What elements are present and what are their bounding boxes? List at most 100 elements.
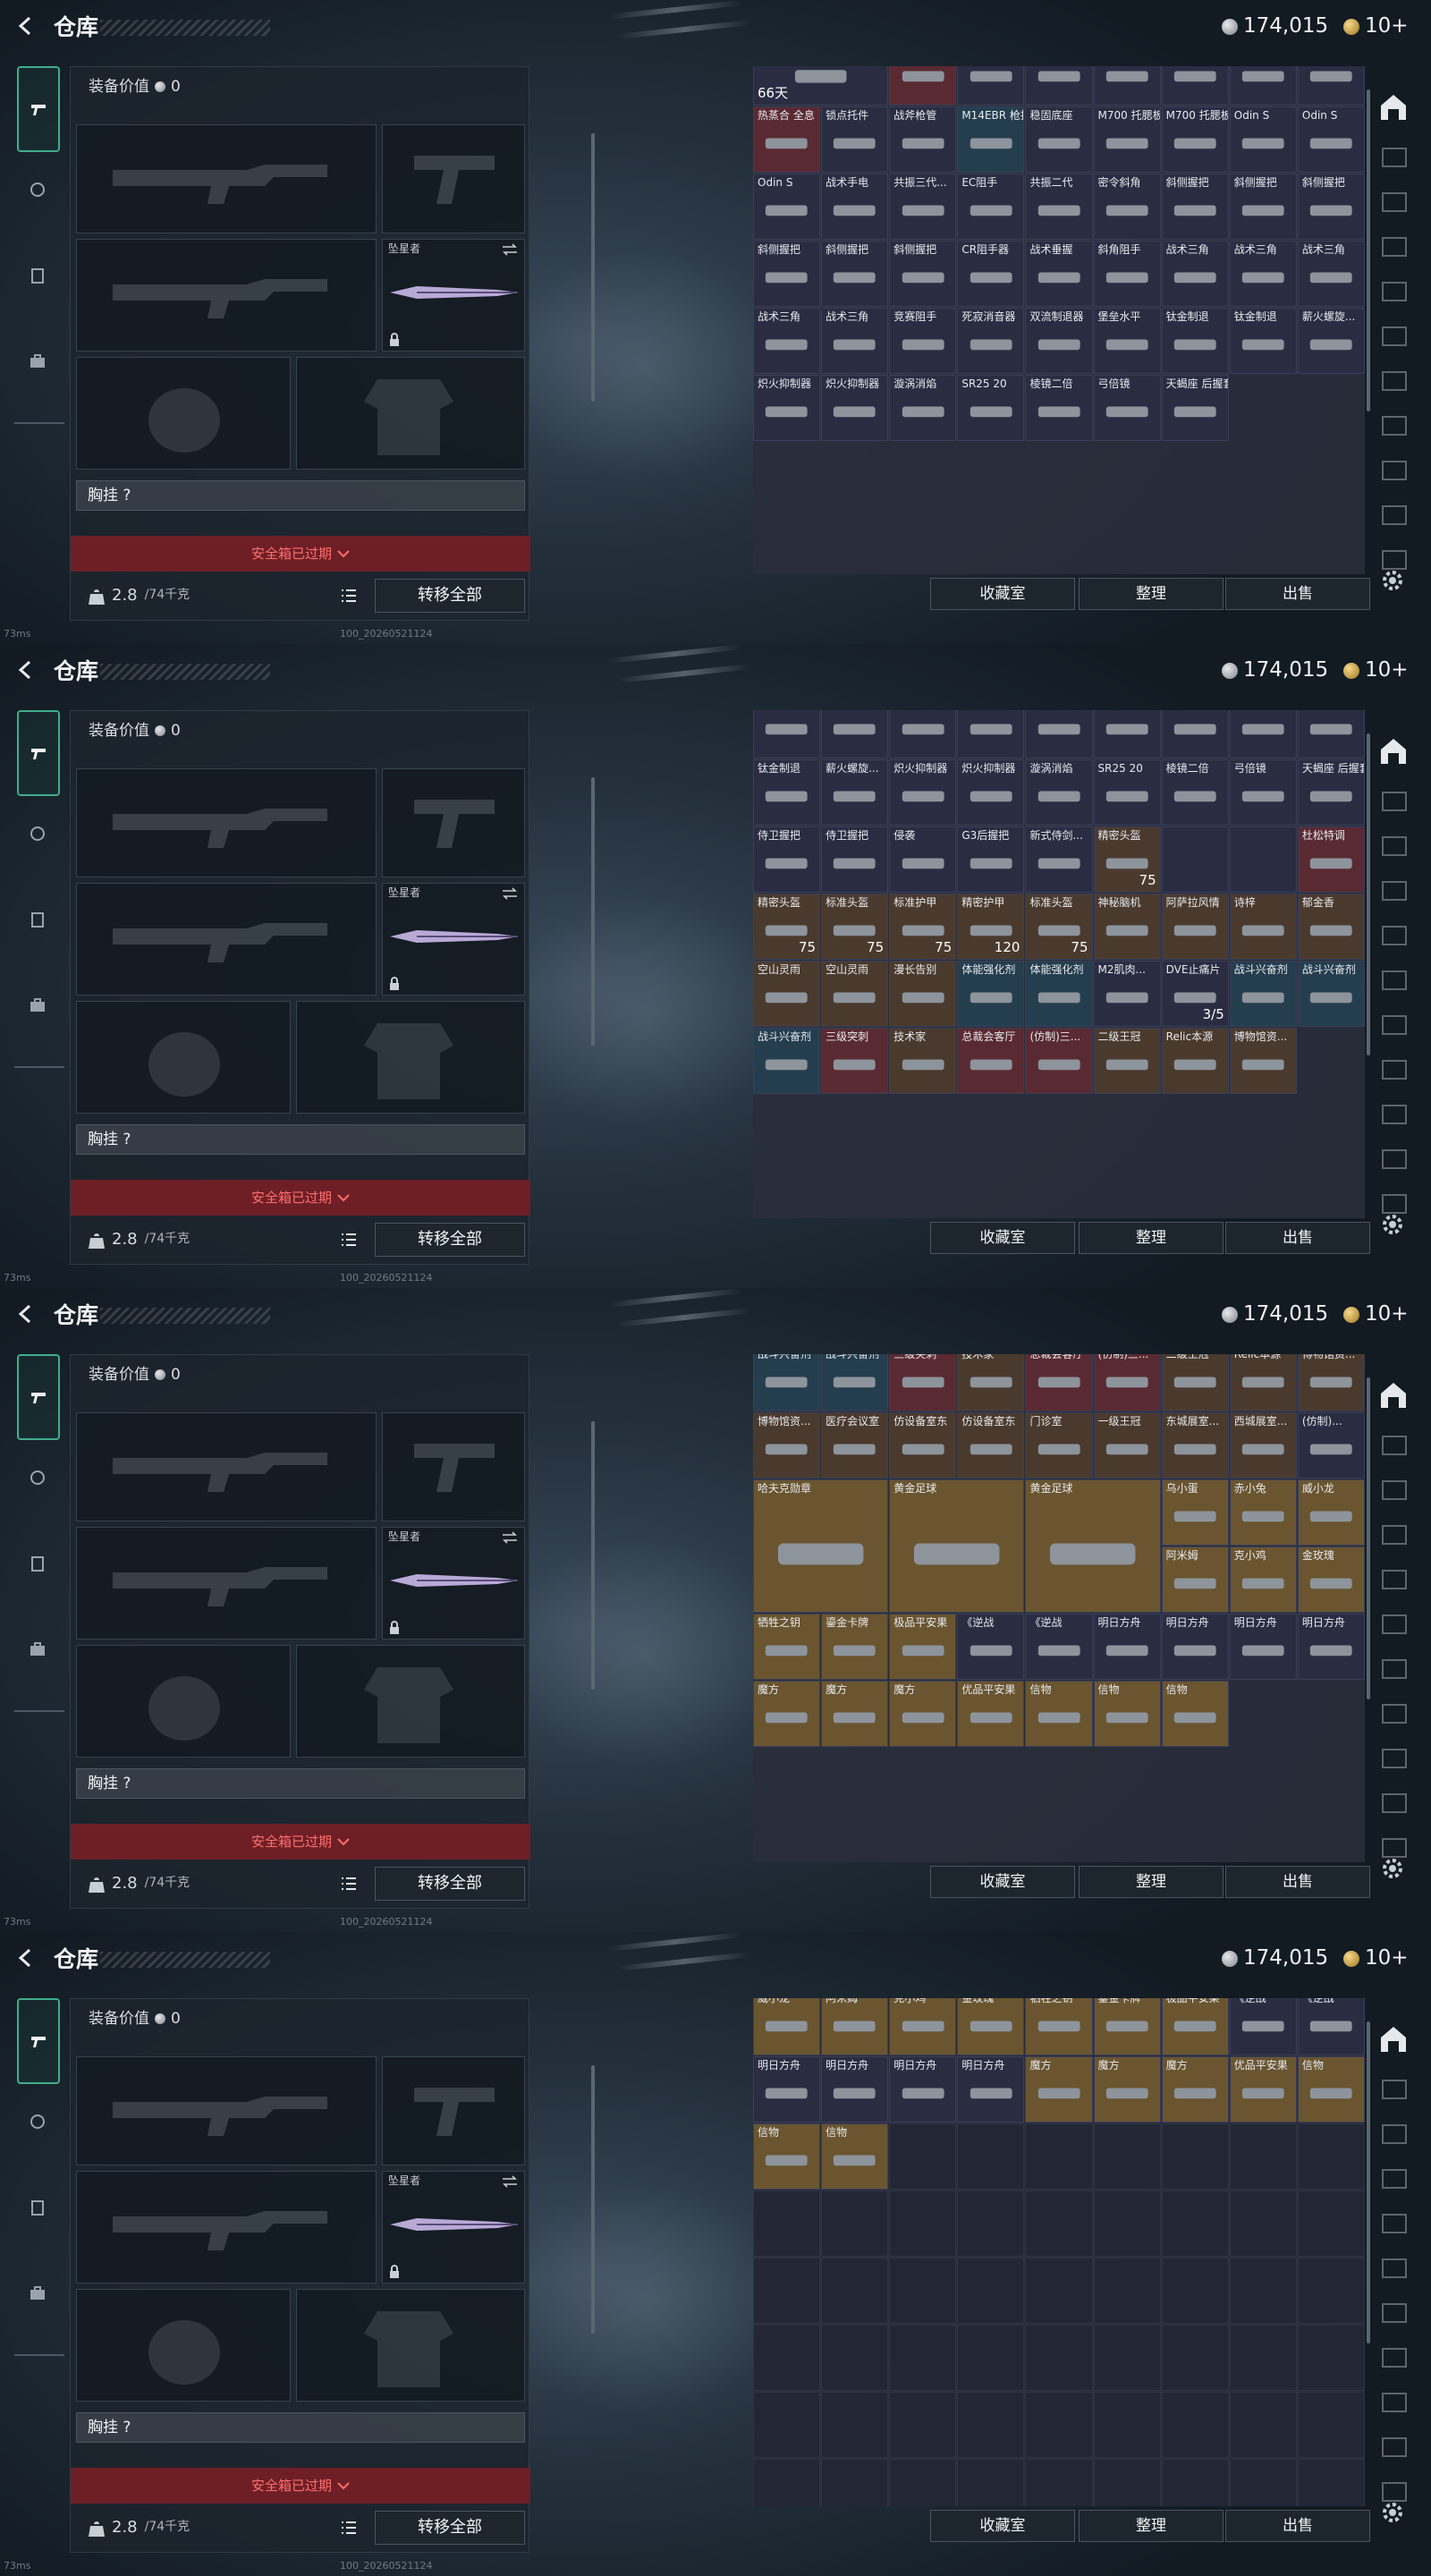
stash-item[interactable]: 战斗兴奋剂 (821, 1354, 889, 1411)
stash-item[interactable]: 炽火抑制器 (889, 759, 957, 826)
stash-item[interactable]: 战术三角 (889, 710, 957, 758)
melee-slot[interactable]: 坠星者 (382, 239, 525, 352)
stash-item[interactable]: 漩涡消焰 (1025, 759, 1093, 826)
stash-item[interactable]: 棱镜二倍 (1025, 375, 1093, 441)
secondary-weapon-slot[interactable] (76, 2171, 377, 2284)
stash-item[interactable]: 信物 (821, 2123, 889, 2190)
sort-button[interactable]: 整理 (1079, 1222, 1224, 1254)
stash-item[interactable]: 技术家 (889, 1028, 957, 1094)
tab-rig[interactable] (20, 258, 55, 293)
stash-item[interactable]: 1.5/5 (1229, 66, 1297, 106)
empty-slot[interactable] (753, 2392, 821, 2458)
stash-item[interactable]: 仿设备室东 (889, 1412, 957, 1479)
stash-item[interactable]: 信物 (1093, 1681, 1161, 1747)
chest-rig-slot[interactable]: 胸挂 ? (76, 480, 525, 511)
helmet-slot[interactable] (76, 2289, 291, 2402)
stash-item[interactable]: 魔方 (1025, 2056, 1093, 2123)
stash-item[interactable]: 明日方舟 (889, 2056, 957, 2123)
stash-item[interactable]: Odin S (753, 174, 821, 240)
stash-item[interactable]: SR25 20 (1093, 759, 1161, 826)
secondary-weapon-slot[interactable] (76, 239, 377, 352)
stash-item[interactable]: CR阻手器 (957, 241, 1025, 307)
stash-item[interactable]: 战斗兴奋剂 (1229, 961, 1297, 1027)
stash-item[interactable]: 斜侧握把 (1297, 174, 1365, 240)
stash-item[interactable]: 双流制退器 (1161, 710, 1229, 758)
stash-item[interactable]: 克小鸡 (1229, 1546, 1297, 1613)
tab-rig[interactable] (20, 902, 55, 937)
stash-item[interactable]: 博物馆资... (753, 1412, 821, 1479)
stash-item[interactable]: 热蒸合 全息 (753, 106, 821, 173)
collection-room-button[interactable]: 收藏室 (930, 2510, 1075, 2542)
warehouse-icon[interactable] (1376, 2021, 1411, 2057)
pistol-slot[interactable] (382, 768, 525, 877)
sell-button[interactable]: 出售 (1225, 578, 1370, 610)
empty-slot[interactable] (1229, 2392, 1297, 2458)
stash-item[interactable]: 3/7狙击 (957, 66, 1025, 106)
armor-slot[interactable] (296, 1645, 525, 1758)
empty-slot[interactable] (821, 2190, 889, 2257)
empty-slot[interactable] (1161, 2325, 1229, 2391)
empty-slot[interactable] (889, 2258, 957, 2324)
empty-slot[interactable] (1229, 2459, 1297, 2506)
stash-item[interactable]: 天蝎座 后握套 (1297, 759, 1365, 826)
empty-slot[interactable] (821, 2258, 889, 2324)
melee-slot[interactable]: 坠星者 (382, 1527, 525, 1640)
stash-item[interactable]: 总裁会客厅 (1025, 1354, 1093, 1411)
stash-item[interactable]: 体能强化剂 (1025, 961, 1093, 1027)
chest-rig-slot[interactable]: 胸挂 ? (76, 1124, 525, 1155)
empty-slot[interactable] (821, 2392, 889, 2458)
chest-rig-slot[interactable]: 胸挂 ? (76, 2412, 525, 2443)
tab-weapons[interactable] (17, 66, 60, 152)
stash-item[interactable]: 郁金香 (1297, 894, 1365, 960)
warehouse-icon[interactable] (1376, 89, 1411, 125)
tab-backpack[interactable] (20, 2275, 55, 2311)
stash-item[interactable]: 斜角阻手 (1093, 241, 1161, 307)
tab-backpack[interactable] (20, 1631, 55, 1667)
stash-item[interactable]: 斜侧握把 (821, 241, 889, 307)
empty-slot[interactable] (1297, 2459, 1365, 2506)
empty-slot[interactable] (957, 2258, 1025, 2324)
stash-item[interactable]: 二级王冠 (1161, 1354, 1229, 1411)
tab-rig[interactable] (20, 1546, 55, 1581)
stash-page-1-icon[interactable] (1376, 140, 1411, 175)
stash-page-2-icon[interactable] (1376, 828, 1411, 864)
swap-arrows-icon[interactable] (501, 887, 519, 900)
stash-page-3-icon[interactable] (1376, 873, 1411, 909)
stash-item[interactable]: 漫长告别 (889, 961, 957, 1027)
empty-slot[interactable] (1161, 2258, 1229, 2324)
stash-page-9-icon[interactable] (1376, 497, 1411, 533)
sort-button[interactable]: 整理 (1079, 1866, 1224, 1898)
stash-page-4-icon[interactable] (1376, 2206, 1411, 2241)
stash-item[interactable]: 镜筒套件66天 (753, 66, 889, 106)
list-icon[interactable] (339, 2518, 359, 2538)
stash-item[interactable]: 钛金制退 (1229, 308, 1297, 374)
stash-item[interactable]: 竞赛阻手 (1025, 710, 1093, 758)
stash-page-9-icon[interactable] (1376, 1785, 1411, 1821)
stash-item[interactable]: 信物 (1161, 1681, 1229, 1747)
stash-item[interactable]: 《逆战 (1297, 1998, 1365, 2055)
stash-item[interactable]: 哈夫克勋章 (753, 1479, 889, 1613)
armor-slot[interactable] (296, 1001, 525, 1114)
stash-item[interactable]: EC阻手 (957, 174, 1025, 240)
gear-icon[interactable] (1379, 2499, 1406, 2526)
stash-item[interactable]: 斜侧握把 (889, 241, 957, 307)
helmet-slot[interactable] (76, 1001, 291, 1114)
helmet-slot[interactable] (76, 1645, 291, 1758)
empty-slot[interactable] (1297, 2392, 1365, 2458)
stash-item[interactable]: 明日方舟 (1161, 1614, 1229, 1680)
stash-item[interactable]: 斜侧握把 (753, 241, 821, 307)
empty-slot[interactable] (1093, 2258, 1161, 2324)
stash-item[interactable]: 精密头盔 75 (753, 894, 821, 960)
stash-item[interactable]: M14EBR 枪托 (957, 106, 1025, 173)
empty-slot[interactable] (1093, 2190, 1161, 2257)
empty-slot[interactable] (753, 2258, 821, 2324)
stash-item[interactable]: M2肌肉... (1093, 961, 1161, 1027)
loadout-scrollbar[interactable] (591, 133, 595, 402)
transfer-all-button[interactable]: 转移全部 (375, 1223, 525, 1257)
primary-weapon-slot[interactable] (76, 1412, 377, 1521)
swap-arrows-icon[interactable] (501, 1531, 519, 1544)
empty-slot[interactable] (1297, 2258, 1365, 2324)
stash-item[interactable]: 标准头盔 75 (1025, 894, 1093, 960)
stash-page-7-icon[interactable] (1376, 1052, 1411, 1088)
empty-slot[interactable] (957, 2459, 1025, 2506)
